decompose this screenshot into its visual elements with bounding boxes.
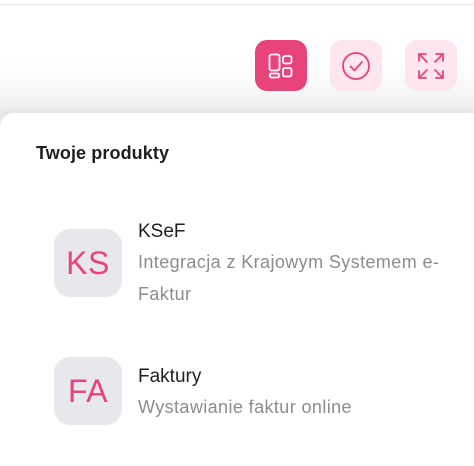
check-button[interactable] [330, 40, 382, 91]
product-item-ksef[interactable]: KS KSeF Integracja z Krajowym Systemem e… [54, 219, 464, 309]
product-tile: KS [54, 229, 122, 297]
product-description: Wystawianie faktur online [138, 397, 352, 417]
product-tile: FA [54, 357, 122, 425]
product-description: Integracja z Krajowym Systemem e-Faktur [138, 252, 440, 304]
product-name: Faktury [138, 366, 202, 387]
products-grid-icon [268, 53, 293, 78]
products-menu-screen: Twoje produkty KS KSeF Integracja z Kraj… [0, 0, 474, 466]
check-circle-icon [342, 51, 370, 80]
products-button[interactable] [255, 40, 307, 91]
product-item-faktury[interactable]: FA Faktury Wystawianie faktur online [54, 357, 464, 425]
expand-icon [418, 52, 444, 79]
panel-title: Twoje produkty [36, 143, 170, 163]
expand-button[interactable] [405, 40, 457, 91]
product-name: KSeF [138, 221, 186, 242]
top-divider [0, 4, 474, 5]
